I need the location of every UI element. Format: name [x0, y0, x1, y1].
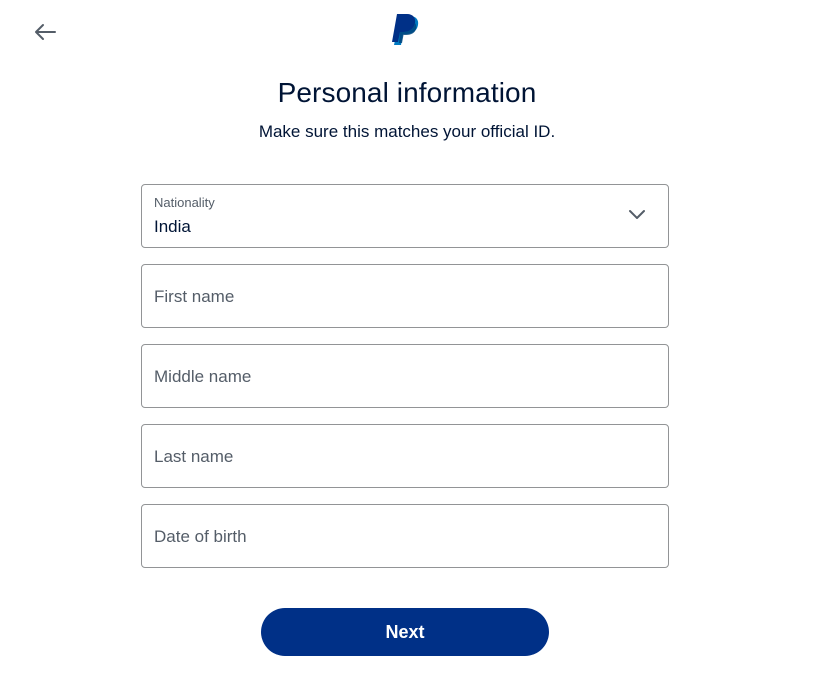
- personal-information-page: Personal information Make sure this matc…: [0, 0, 814, 698]
- date-of-birth-field[interactable]: Date of birth: [141, 504, 669, 568]
- nationality-select[interactable]: Nationality India: [141, 184, 669, 248]
- page-subtitle: Make sure this matches your official ID.: [258, 122, 556, 141]
- paypal-logo-icon: [392, 14, 419, 45]
- first-name-placeholder: First name: [154, 287, 235, 306]
- last-name-field[interactable]: Last name: [141, 424, 669, 488]
- arrow-left-icon: [35, 24, 56, 40]
- nationality-label: Nationality: [154, 195, 215, 210]
- last-name-placeholder: Last name: [154, 447, 234, 466]
- nationality-value: India: [154, 217, 191, 236]
- chevron-down-icon: [629, 210, 645, 219]
- next-button[interactable]: Next: [261, 608, 549, 656]
- page-title: Personal information: [277, 77, 537, 108]
- date-of-birth-placeholder: Date of birth: [154, 527, 247, 546]
- first-name-field[interactable]: First name: [141, 264, 669, 328]
- middle-name-field[interactable]: Middle name: [141, 344, 669, 408]
- middle-name-placeholder: Middle name: [154, 367, 252, 386]
- back-button[interactable]: [30, 18, 60, 46]
